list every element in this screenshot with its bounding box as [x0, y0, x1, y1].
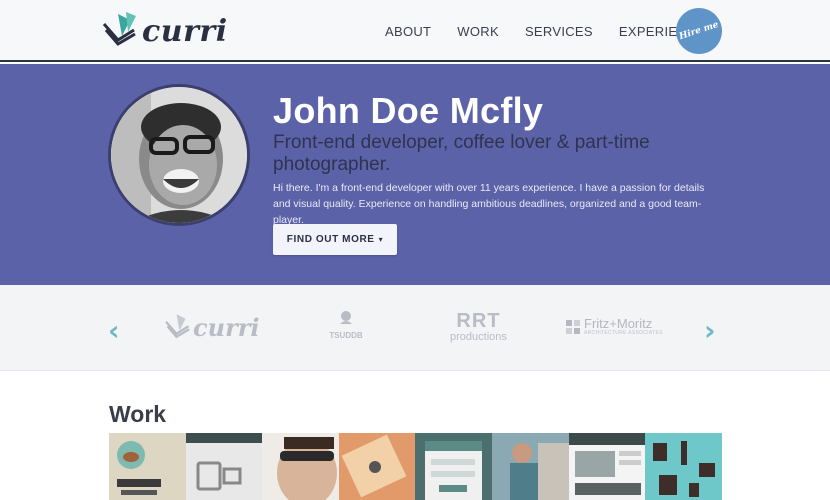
client-logo-rrt: RRT productions	[450, 311, 507, 343]
chevron-left-icon[interactable]: ‹	[108, 314, 120, 347]
logo-text: curri	[142, 13, 228, 49]
work-thumb-mobile-ui[interactable]	[415, 433, 492, 500]
client-logo-fritz-moritz: Fritz+Moritz ARCHITECTURE ASSOCIATES	[566, 317, 663, 336]
find-out-more-label: FIND OUT MORE	[286, 234, 375, 245]
work-heading: Work	[109, 401, 167, 427]
hero-name: John Doe Mcfly	[273, 90, 544, 131]
nav-services[interactable]: SERVICES	[525, 24, 593, 39]
client-curri-text: curri	[193, 312, 260, 342]
hero-description: Hi there. I'm a front-end developer with…	[273, 182, 705, 226]
logo[interactable]: curri	[100, 10, 228, 52]
hero-tagline: Front-end developer, coffee lover & part…	[273, 132, 650, 175]
work-thumb-website[interactable]	[568, 433, 646, 500]
work-thumb-workshop-photo[interactable]	[491, 433, 569, 500]
hero-section: John Doe Mcfly Front-end developer, coff…	[0, 64, 830, 285]
tsu-bird-icon	[340, 311, 352, 324]
main-nav: ABOUT WORK SERVICES EXPERIENCE	[385, 24, 706, 39]
nav-about[interactable]: ABOUT	[385, 24, 431, 39]
client-logo-curri: curri	[163, 311, 259, 343]
client-rrt-subtext: productions	[450, 331, 507, 343]
logo-book-icon	[102, 12, 136, 46]
hire-me-button[interactable]: Hire me	[670, 2, 728, 60]
work-thumb-portrait[interactable]	[262, 433, 339, 500]
site-header: curri ABOUT WORK SERVICES EXPERIENCE Hir…	[0, 0, 830, 62]
client-rrt-text: RRT	[456, 310, 501, 332]
client-logo-tsuddb: TSUDDB	[326, 310, 366, 340]
profile-photo	[111, 87, 247, 223]
chevron-down-icon: ▾	[378, 235, 384, 244]
client-tsu-text: TSUDDB	[329, 331, 363, 340]
curri-book-icon	[165, 314, 190, 339]
clients-carousel: ‹ curri TSUDDB RRT productions Fritz+Mor…	[0, 285, 830, 371]
client-fm-text: Fritz+Moritz	[584, 316, 653, 331]
avatar	[108, 84, 250, 226]
work-thumb-web-app[interactable]	[185, 433, 263, 500]
find-out-more-button[interactable]: FIND OUT MORE ▾	[273, 224, 397, 255]
client-fm-subtext: ARCHITECTURE ASSOCIATES	[584, 330, 663, 336]
chevron-right-icon[interactable]: ›	[704, 314, 716, 347]
work-gallery	[109, 433, 722, 500]
work-thumb-illegal-burger[interactable]	[109, 433, 186, 500]
work-thumb-design-cards[interactable]	[338, 433, 416, 500]
work-thumb-furniture-pattern[interactable]	[645, 433, 722, 500]
nav-work[interactable]: WORK	[457, 24, 499, 39]
fm-squares-icon	[566, 319, 580, 334]
